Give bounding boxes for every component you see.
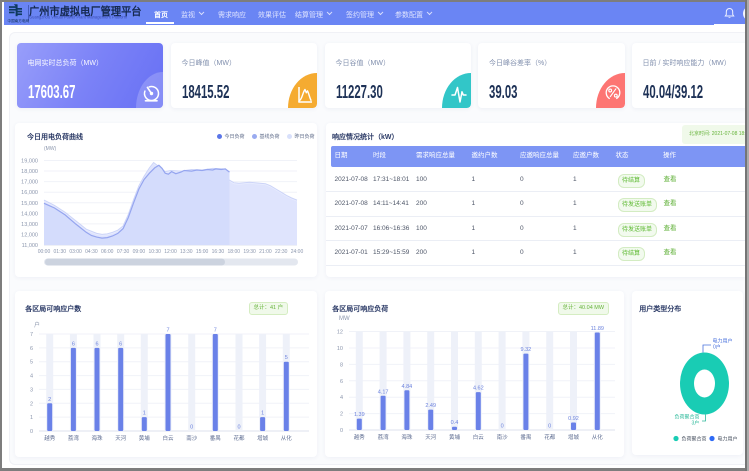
svg-text:24:00: 24:00 xyxy=(291,249,304,255)
svg-text:中国南方电网: 中国南方电网 xyxy=(8,18,30,23)
svg-text:白云: 白云 xyxy=(473,433,485,441)
svg-text:7: 7 xyxy=(166,328,169,334)
svg-text:荔湾: 荔湾 xyxy=(378,433,390,441)
svg-text:花都: 花都 xyxy=(544,433,556,441)
svg-text:海珠: 海珠 xyxy=(401,433,413,441)
svg-text:番禺: 番禺 xyxy=(210,435,221,442)
svg-text:07:30: 07:30 xyxy=(117,249,130,255)
svg-text:0.4: 0.4 xyxy=(451,420,459,426)
svg-text:06:00: 06:00 xyxy=(101,249,114,255)
svg-text:负荷聚合商: 负荷聚合商 xyxy=(682,436,707,443)
svg-text:4.84: 4.84 xyxy=(402,384,413,390)
svg-text:19,000: 19,000 xyxy=(21,159,38,165)
svg-text:8: 8 xyxy=(340,362,343,368)
svg-text:0: 0 xyxy=(237,425,240,431)
svg-text:6: 6 xyxy=(72,341,75,347)
svg-text:7: 7 xyxy=(214,328,217,334)
svg-text:3户: 3户 xyxy=(692,420,700,427)
svg-text:16:30: 16:30 xyxy=(212,249,225,255)
svg-text:6: 6 xyxy=(340,379,343,385)
svg-text:19:30: 19:30 xyxy=(243,249,256,255)
svg-text:(MW): (MW) xyxy=(44,146,57,152)
svg-text:11.89: 11.89 xyxy=(591,326,604,332)
svg-text:从化: 从化 xyxy=(592,433,604,441)
svg-text:09:00: 09:00 xyxy=(133,249,146,255)
svg-text:16,000: 16,000 xyxy=(21,190,38,196)
svg-text:5: 5 xyxy=(30,360,33,366)
svg-text:2.49: 2.49 xyxy=(425,403,436,409)
svg-text:负荷聚合商: 负荷聚合商 xyxy=(675,414,700,421)
svg-text:天河: 天河 xyxy=(425,433,437,441)
svg-text:15:00: 15:00 xyxy=(196,249,209,255)
svg-text:增城: 增城 xyxy=(257,434,269,442)
svg-text:17,000: 17,000 xyxy=(21,180,38,186)
svg-text:荔湾: 荔湾 xyxy=(68,434,80,442)
svg-text:1.39: 1.39 xyxy=(354,412,365,418)
svg-text:10: 10 xyxy=(337,346,343,352)
svg-text:04:30: 04:30 xyxy=(85,249,98,255)
svg-text:6: 6 xyxy=(119,341,122,347)
svg-text:4: 4 xyxy=(340,395,343,401)
svg-text:4.17: 4.17 xyxy=(378,389,389,395)
svg-text:5: 5 xyxy=(285,355,288,361)
svg-text:18,000: 18,000 xyxy=(21,169,38,175)
svg-text:1: 1 xyxy=(30,415,33,421)
svg-text:01:30: 01:30 xyxy=(54,249,67,255)
svg-text:0: 0 xyxy=(548,424,551,430)
svg-text:14,000: 14,000 xyxy=(21,211,38,217)
svg-text:0户: 0户 xyxy=(713,344,721,351)
svg-text:6: 6 xyxy=(95,341,98,347)
svg-text:黄埔: 黄埔 xyxy=(139,434,151,442)
svg-text:4.62: 4.62 xyxy=(473,386,484,392)
svg-text:户: 户 xyxy=(34,321,40,329)
svg-text:2: 2 xyxy=(48,397,51,403)
svg-text:白云: 白云 xyxy=(162,434,174,442)
svg-text:1: 1 xyxy=(143,411,146,417)
svg-text:12:00: 12:00 xyxy=(164,249,177,255)
svg-text:13,000: 13,000 xyxy=(21,222,38,228)
svg-text:天河: 天河 xyxy=(115,434,127,442)
svg-text:03:00: 03:00 xyxy=(69,249,82,255)
svg-text:从化: 从化 xyxy=(281,434,293,442)
svg-text:12,000: 12,000 xyxy=(21,232,38,238)
svg-text:增城: 增城 xyxy=(568,433,580,441)
svg-text:9.32: 9.32 xyxy=(521,347,532,353)
svg-text:3: 3 xyxy=(30,387,33,393)
svg-text:11,000: 11,000 xyxy=(22,243,38,249)
svg-text:南沙: 南沙 xyxy=(186,434,198,442)
svg-text:6: 6 xyxy=(30,346,33,352)
svg-text:MW: MW xyxy=(339,316,350,322)
svg-text:0: 0 xyxy=(501,424,504,430)
svg-text:0.92: 0.92 xyxy=(568,416,579,422)
svg-text:15,000: 15,000 xyxy=(21,201,38,207)
svg-text:13:30: 13:30 xyxy=(180,249,193,255)
svg-text:18:00: 18:00 xyxy=(228,249,241,255)
svg-text:越秀: 越秀 xyxy=(354,433,366,441)
svg-text:海珠: 海珠 xyxy=(91,434,103,442)
svg-text:越秀: 越秀 xyxy=(44,434,56,442)
svg-text:1: 1 xyxy=(261,411,264,417)
svg-text:0: 0 xyxy=(340,428,343,434)
svg-text:电力用户: 电力用户 xyxy=(713,338,733,345)
svg-text:21:00: 21:00 xyxy=(259,249,272,255)
svg-text:10:30: 10:30 xyxy=(148,249,161,255)
svg-text:2: 2 xyxy=(340,412,343,418)
svg-text:南沙: 南沙 xyxy=(497,433,509,441)
svg-text:番禺: 番禺 xyxy=(520,434,531,441)
svg-text:4: 4 xyxy=(30,374,33,380)
svg-text:22:30: 22:30 xyxy=(275,249,288,255)
svg-text:7: 7 xyxy=(30,332,33,338)
svg-text:12: 12 xyxy=(337,330,343,336)
svg-text:花都: 花都 xyxy=(233,434,245,442)
svg-text:0: 0 xyxy=(30,429,33,435)
svg-text:黄埔: 黄埔 xyxy=(449,433,461,441)
svg-text:2: 2 xyxy=(30,401,33,407)
svg-text:00:00: 00:00 xyxy=(38,249,51,255)
svg-text:0: 0 xyxy=(190,425,193,431)
svg-text:电力用户: 电力用户 xyxy=(718,436,738,443)
